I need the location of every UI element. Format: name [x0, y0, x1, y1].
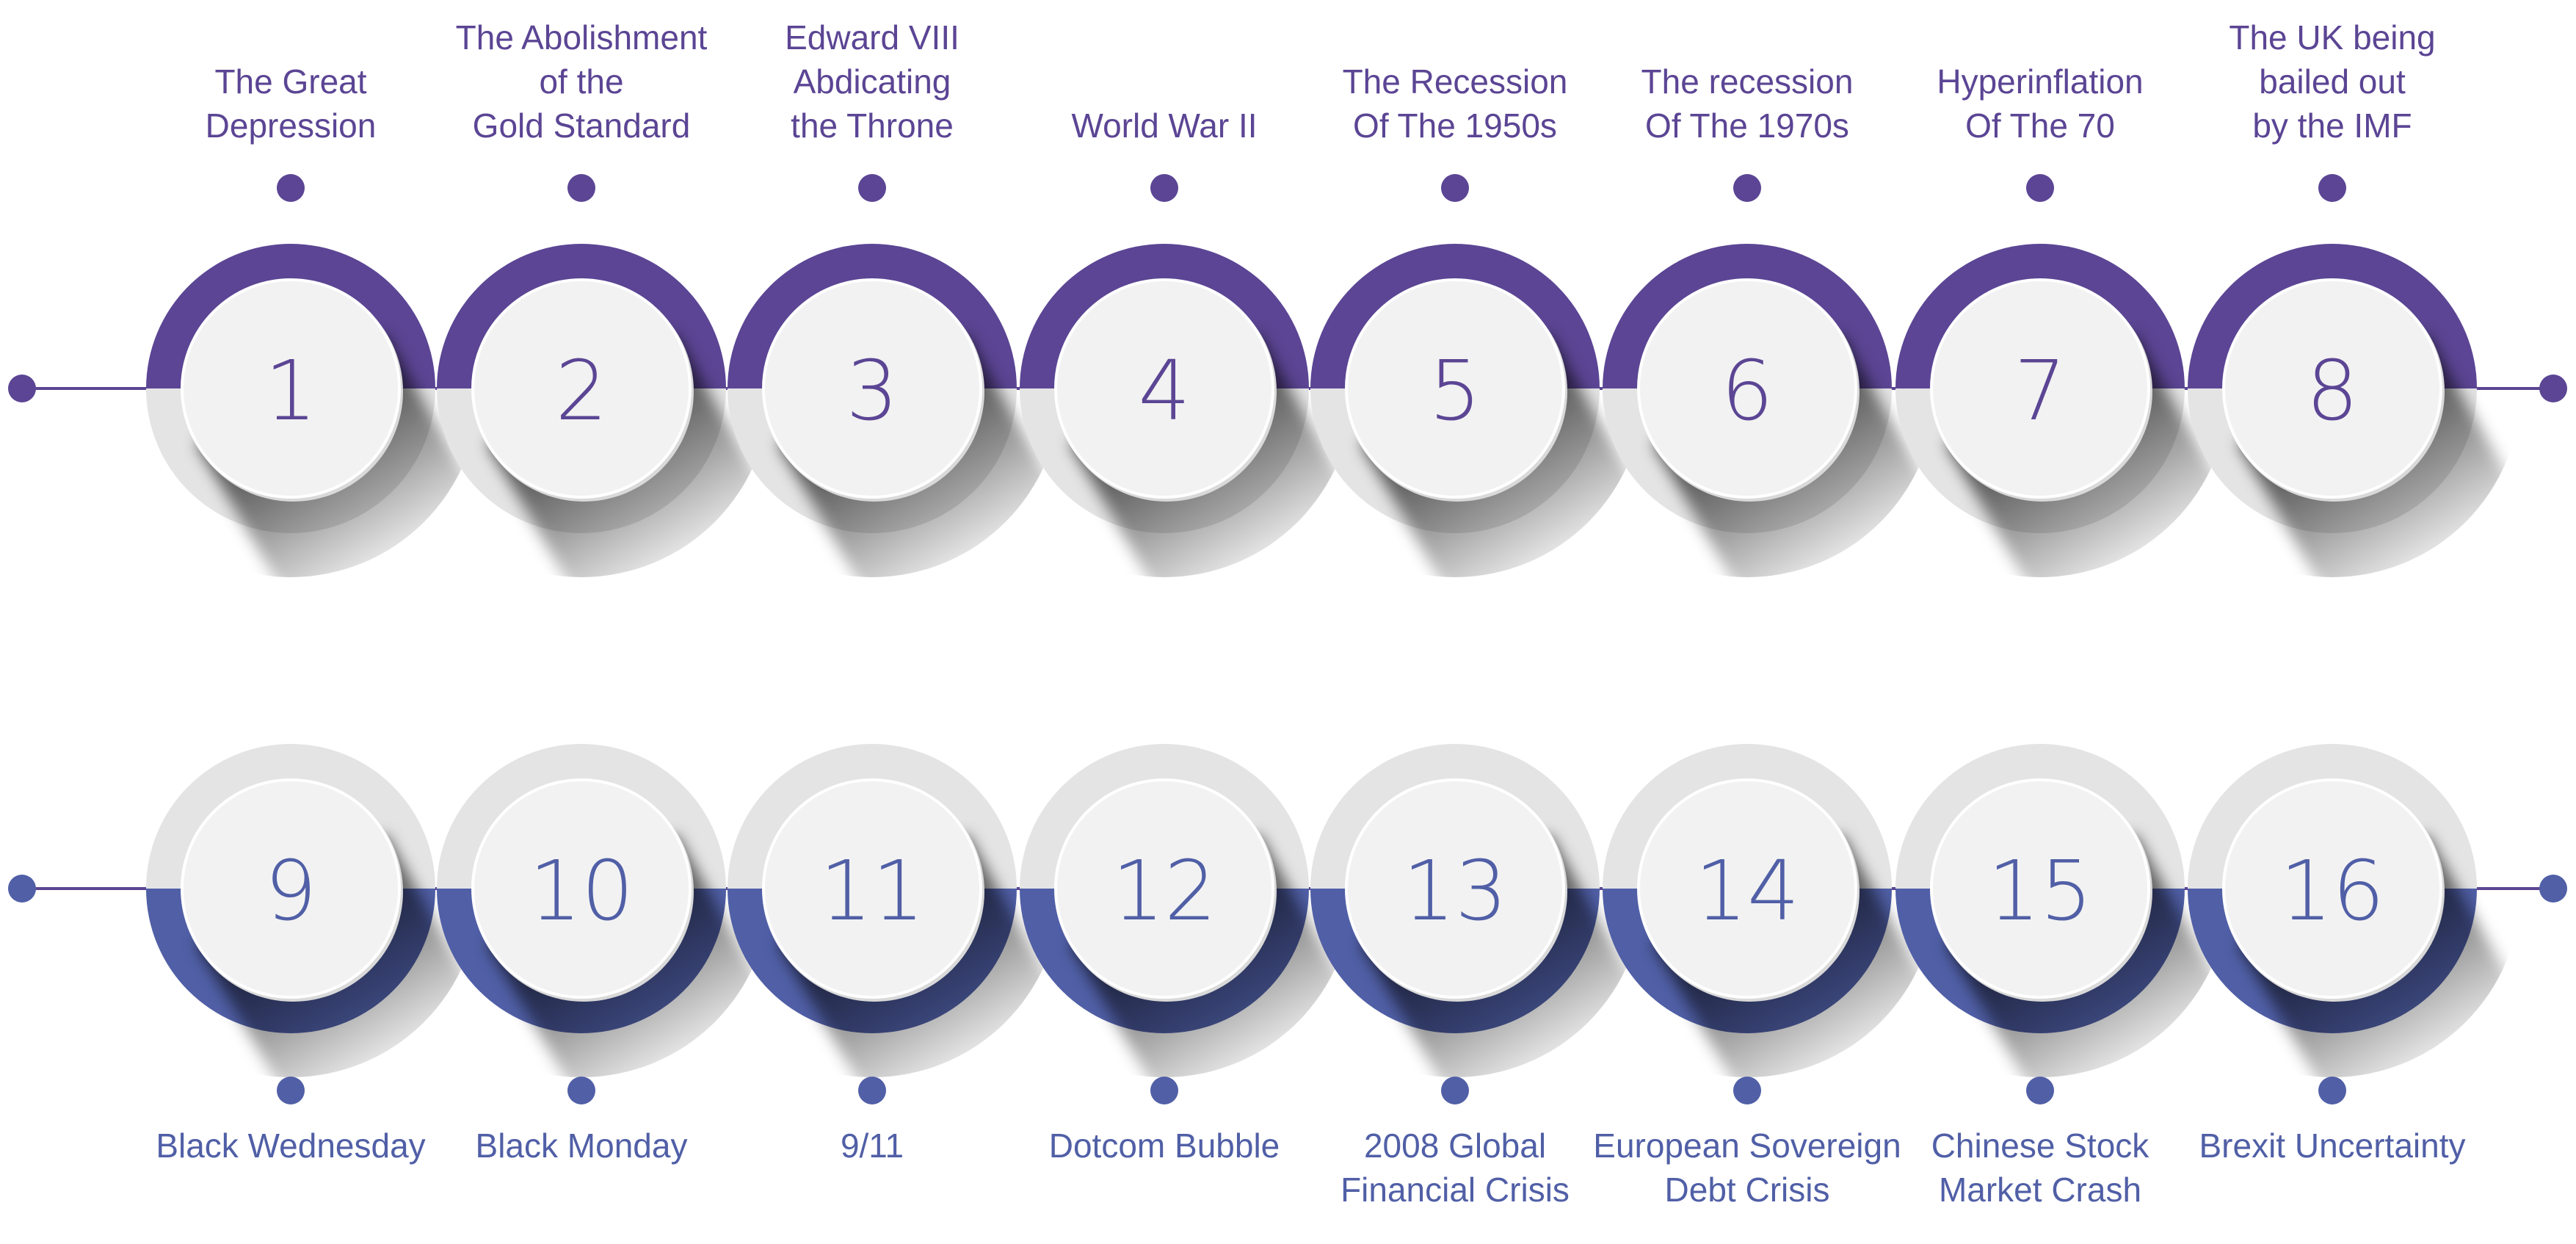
milestone-number: 9	[264, 844, 316, 939]
milestone-label: 2008 Global	[1364, 1127, 1546, 1165]
label-dot	[1441, 1077, 1469, 1104]
milestone-label: Edward VIII	[785, 18, 959, 57]
milestone-label: The recession	[1641, 62, 1854, 101]
milestone-label: Of The 1950s	[1353, 106, 1557, 145]
timeline-start-dot	[8, 375, 36, 402]
milestone-number: 10	[529, 844, 634, 939]
milestone-label: Chinese Stock	[1931, 1127, 2150, 1165]
milestone-label: Financial Crisis	[1340, 1171, 1570, 1209]
milestone-label: European Sovereign	[1593, 1127, 1901, 1165]
timeline-infographic: 1 The Great Depression 2 The Abolishment of t…	[8, 18, 2567, 1209]
milestone-8: 8 The UK being bailed out by the IMF	[2188, 18, 2521, 577]
label-dot	[1150, 1077, 1178, 1104]
timeline-end-dot	[2539, 375, 2567, 402]
milestone-number: 2	[555, 344, 607, 439]
milestone-number: 3	[846, 344, 898, 439]
milestone-label: Debt Crisis	[1665, 1171, 1830, 1209]
milestone-label: The Recession	[1343, 62, 1568, 101]
milestone-number: 14	[1695, 844, 1800, 939]
milestone-label: the Throne	[791, 106, 954, 145]
milestone-label: of the	[539, 62, 623, 101]
milestone-label: World War II	[1071, 106, 1257, 145]
milestone-11: 11 9/11	[728, 744, 1061, 1165]
timeline-end-dot	[2539, 875, 2567, 903]
milestone-label: Hyperinflation	[1937, 62, 2143, 101]
label-dot	[858, 174, 886, 202]
milestone-10: 10 Black Monday	[437, 744, 770, 1165]
milestone-number: 13	[1403, 844, 1508, 939]
label-dot	[567, 174, 595, 202]
milestone-number: 6	[1721, 344, 1773, 439]
milestone-label: The UK being	[2229, 18, 2435, 57]
label-dot	[277, 1077, 305, 1104]
label-dot	[2318, 1077, 2346, 1104]
milestone-14: 14 European Sovereign Debt Crisis	[1593, 744, 1936, 1209]
timeline-row-2: 9 Black Wednesday 10 Black Monday 11 9/11 12 Do…	[8, 744, 2567, 1209]
label-dot	[1441, 174, 1469, 202]
milestone-label: Market Crash	[1939, 1171, 2141, 1209]
milestone-number: 16	[2280, 844, 2385, 939]
milestone-label: Black Wednesday	[156, 1127, 425, 1165]
milestone-16: 16 Brexit Uncertainty	[2188, 744, 2521, 1165]
milestone-number: 12	[1112, 844, 1217, 939]
timeline-row-1: 1 The Great Depression 2 The Abolishment of t…	[8, 18, 2567, 577]
milestone-number: 15	[1988, 844, 2093, 939]
milestone-number: 8	[2306, 344, 2358, 439]
label-dot	[277, 174, 305, 202]
label-dot	[1150, 174, 1178, 202]
label-dot	[2026, 1077, 2054, 1104]
milestone-number: 1	[264, 344, 316, 439]
milestone-label: Gold Standard	[473, 106, 691, 145]
milestone-number: 7	[2014, 344, 2066, 439]
milestone-number: 11	[820, 844, 925, 939]
milestone-12: 12 Dotcom Bubble	[1020, 744, 1353, 1165]
milestone-label: Of The 1970s	[1645, 106, 1849, 145]
label-dot	[1733, 174, 1761, 202]
milestone-number: 4	[1138, 344, 1190, 439]
label-dot	[858, 1077, 886, 1104]
milestone-label: Brexit Uncertainty	[2199, 1127, 2465, 1165]
milestone-label: Of The 70	[1965, 106, 2115, 145]
milestone-label: 9/11	[841, 1127, 904, 1165]
label-dot	[1733, 1077, 1761, 1104]
milestone-label: Abdicating	[794, 62, 951, 101]
milestone-number: 5	[1429, 344, 1481, 439]
milestone-label: The Great	[214, 62, 366, 101]
label-dot	[567, 1077, 595, 1104]
label-dot	[2318, 174, 2346, 202]
milestone-label: Dotcom Bubble	[1049, 1127, 1280, 1165]
milestone-9: 9 Black Wednesday	[146, 744, 479, 1165]
milestone-label: by the IMF	[2252, 106, 2412, 145]
timeline-start-dot	[8, 875, 36, 903]
label-dot	[2026, 174, 2054, 202]
milestone-label: Depression	[206, 106, 377, 145]
milestone-label: Black Monday	[476, 1127, 688, 1165]
milestone-label: The Abolishment	[456, 18, 708, 57]
milestone-label: bailed out	[2259, 62, 2406, 101]
